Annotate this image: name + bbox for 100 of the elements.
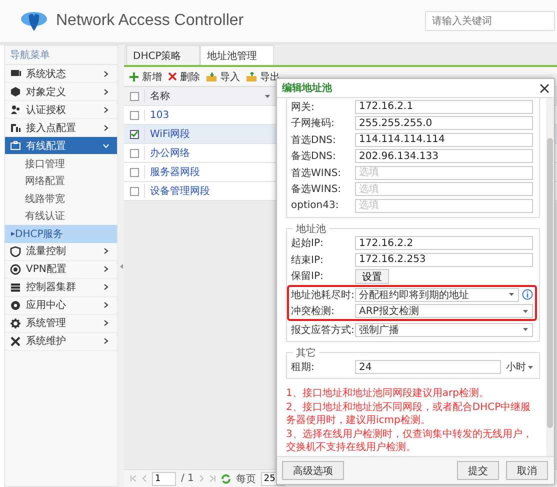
text-field[interactable]: 255.255.255.0 bbox=[355, 116, 533, 130]
set-button[interactable]: 设置 bbox=[355, 268, 389, 284]
field-label: 结束IP: bbox=[291, 254, 324, 267]
field-label: 首选WINS: bbox=[291, 166, 342, 180]
sidebar-item[interactable]: VPN配置 bbox=[5, 260, 117, 278]
field-label: 子网掩码: bbox=[291, 117, 336, 130]
sidebar-item[interactable]: 流量控制 bbox=[5, 242, 117, 260]
toolbar-button[interactable]: 新增 bbox=[129, 70, 162, 84]
dialog-title: 编辑地址池 bbox=[282, 82, 332, 95]
text-field[interactable]: 172.16.2.2 bbox=[355, 236, 533, 250]
hint-text: 1、接口地址和地址池同网段建议用arp检测。 bbox=[286, 387, 490, 400]
dialog-button[interactable]: 取消 bbox=[506, 461, 548, 480]
server-icon bbox=[10, 282, 21, 292]
cube-icon bbox=[10, 86, 21, 97]
sidebar-item[interactable]: 有线配置 bbox=[5, 137, 117, 155]
field-label: 起始IP: bbox=[291, 236, 324, 250]
sidebar-item[interactable]: 系统管理 bbox=[5, 314, 117, 332]
row-checkbox[interactable] bbox=[130, 130, 138, 138]
select-all-checkbox[interactable] bbox=[130, 92, 138, 100]
scrollbar[interactable] bbox=[546, 98, 554, 456]
text-field[interactable]: 24 bbox=[355, 360, 501, 374]
briefcase-icon bbox=[10, 140, 21, 151]
sidebar-item[interactable]: 认证授权 bbox=[5, 101, 117, 119]
sidebar-item[interactable]: 系统状态 bbox=[5, 65, 117, 83]
field-label: 网关: bbox=[291, 100, 316, 114]
page-total: / 1 bbox=[181, 473, 194, 484]
row-checkbox[interactable] bbox=[130, 186, 138, 196]
toolbar-button[interactable]: 删除 bbox=[168, 70, 200, 84]
row-checkbox[interactable] bbox=[130, 110, 138, 120]
toolbar-button[interactable]: 导入 bbox=[206, 70, 240, 84]
dropdown-value: 分配租约即将到期的地址 bbox=[359, 288, 469, 302]
field-label: 报文应答方式: bbox=[291, 324, 355, 337]
sidebar-item[interactable]: 对象定义 bbox=[5, 83, 117, 101]
chevron-right-icon bbox=[103, 70, 109, 76]
field-label: 备选WINS: bbox=[291, 182, 342, 196]
caret-icon bbox=[528, 366, 533, 369]
table-cell[interactable]: 103 bbox=[144, 110, 274, 120]
hint-text: 3、选择在线用户检测时，仅查询集中转发的无线用户，交换机不支持在线用户检测。 bbox=[286, 428, 534, 454]
cross-icon bbox=[168, 72, 177, 81]
sidebar-subitem[interactable]: 线路带宽 bbox=[5, 190, 117, 208]
table-cell[interactable]: WiFi网段 bbox=[144, 127, 274, 141]
tab[interactable]: 地址池管理 bbox=[200, 45, 274, 65]
section-legend: 地址池 bbox=[293, 222, 329, 236]
dropdown-value: ARP报文检测 bbox=[359, 304, 419, 318]
section-legend: 其它 bbox=[293, 346, 319, 360]
search-field[interactable]: 请输入关键词 bbox=[425, 11, 555, 31]
dropdown[interactable]: ARP报文检测 bbox=[355, 304, 533, 318]
field-label: option43: bbox=[291, 200, 340, 212]
text-field[interactable]: 172.16.2.1 bbox=[355, 100, 533, 114]
table-cell[interactable]: 服务器网段 bbox=[144, 165, 274, 179]
sidebar-subitem[interactable]: 有线认证 bbox=[5, 208, 117, 225]
page-field[interactable]: 1 bbox=[152, 472, 176, 486]
sidebar-item[interactable]: 系统维护 bbox=[5, 332, 117, 350]
hint-text: 2、接口地址和地址池不同网段，或者配合DHCP中继服务器使用时，建议用icmp检测。 bbox=[286, 401, 532, 427]
chevron-right-icon bbox=[103, 124, 109, 130]
sidebar-item[interactable]: 控制器集群 bbox=[5, 278, 117, 296]
caret-icon bbox=[265, 94, 270, 98]
text-field[interactable]: 202.96.134.133 bbox=[355, 149, 533, 164]
row-checkbox[interactable] bbox=[130, 148, 138, 158]
dialog-button[interactable]: 提交 bbox=[457, 461, 499, 480]
row-checkbox[interactable] bbox=[130, 168, 138, 176]
sidebar-subitem[interactable]: 接口管理 bbox=[5, 155, 117, 172]
caret-icon bbox=[523, 328, 528, 332]
folder-arrow-icon bbox=[206, 72, 217, 82]
shield-icon bbox=[10, 246, 21, 256]
sidebar-subitem[interactable]: 网络配置 bbox=[5, 172, 117, 190]
sidebar-title: 导航菜单 bbox=[5, 46, 117, 65]
info-icon[interactable] bbox=[522, 289, 533, 300]
previous-page-icon[interactable] bbox=[142, 475, 147, 482]
chevron-right-icon bbox=[103, 106, 109, 112]
field-label: 备选DNS: bbox=[291, 150, 337, 164]
field-label: 保留IP: bbox=[291, 270, 324, 284]
next-page-icon[interactable] bbox=[198, 475, 204, 482]
sidebar-subitem[interactable]: ▸DHCP服务 bbox=[5, 225, 117, 242]
dropdown[interactable]: 强制广播 bbox=[355, 322, 533, 337]
text-field[interactable]: 选填 bbox=[355, 198, 533, 213]
advanced-button[interactable]: 高级选项 bbox=[282, 461, 344, 480]
table-cell[interactable]: 办公网络 bbox=[144, 146, 274, 160]
chevron-right-icon bbox=[103, 302, 109, 308]
text-field[interactable]: 选填 bbox=[355, 166, 533, 180]
field-label: 冲突检测: bbox=[291, 304, 336, 318]
table-cell[interactable]: 设备管理网段 bbox=[144, 184, 274, 198]
caret-icon bbox=[509, 293, 514, 296]
last-page-icon[interactable] bbox=[208, 475, 216, 482]
text-field[interactable]: 114.114.114.114 bbox=[355, 132, 533, 147]
chevron-down-icon bbox=[103, 142, 109, 148]
chevron-right-icon bbox=[103, 320, 109, 326]
per-page-label: 每页 bbox=[236, 472, 256, 486]
unit-dropdown[interactable]: 小时 bbox=[501, 360, 533, 374]
close-button[interactable] bbox=[538, 82, 550, 94]
first-page-icon[interactable] bbox=[130, 475, 137, 482]
refresh-icon[interactable] bbox=[220, 474, 231, 484]
folder-arrow-icon bbox=[246, 72, 257, 82]
tab[interactable]: DHCP策略 bbox=[126, 45, 200, 65]
text-field[interactable]: 172.16.2.253 bbox=[355, 252, 533, 267]
text-field[interactable]: 选填 bbox=[355, 182, 533, 196]
chevron-right-icon bbox=[103, 248, 109, 254]
dropdown[interactable]: 分配租约即将到期的地址 bbox=[355, 288, 519, 302]
sidebar-item[interactable]: 应用中心 bbox=[5, 296, 117, 314]
logo-icon bbox=[20, 10, 48, 32]
